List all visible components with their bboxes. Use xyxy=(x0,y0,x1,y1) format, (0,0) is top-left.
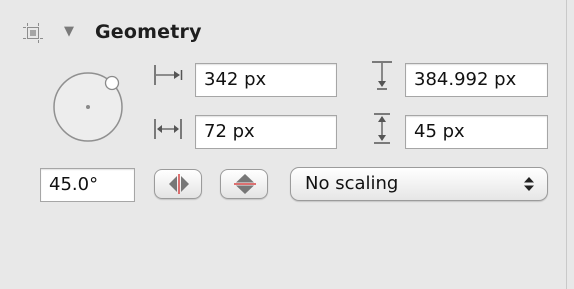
flip-vertical-icon xyxy=(234,174,256,194)
section-title: Geometry xyxy=(95,21,202,43)
flip-vertical-button[interactable] xyxy=(220,169,268,199)
height-icon xyxy=(366,111,398,144)
flip-horizontal-icon xyxy=(169,174,189,194)
x-position-icon xyxy=(152,59,184,91)
x-position-field[interactable]: 342 px xyxy=(195,63,337,97)
select-arrows-icon xyxy=(524,177,534,191)
geometry-icon xyxy=(22,22,44,44)
y-position-icon xyxy=(366,59,398,91)
scaling-select[interactable]: No scaling xyxy=(290,167,548,201)
rotation-dial[interactable] xyxy=(48,67,128,147)
width-icon xyxy=(152,113,184,145)
disclosure-triangle-icon[interactable]: ▼ xyxy=(64,23,74,41)
y-position-field[interactable]: 384.992 px xyxy=(405,63,548,97)
rotation-field[interactable]: 45.0° xyxy=(40,168,135,202)
flip-horizontal-button[interactable] xyxy=(154,169,202,199)
geometry-inspector-panel: ▼ Geometry 342 px 384.992 px 72 px 45 px… xyxy=(0,0,574,289)
width-field[interactable]: 72 px xyxy=(195,115,337,149)
scaling-select-value: No scaling xyxy=(305,173,399,194)
height-field[interactable]: 45 px xyxy=(405,115,548,149)
panel-divider xyxy=(566,0,567,289)
